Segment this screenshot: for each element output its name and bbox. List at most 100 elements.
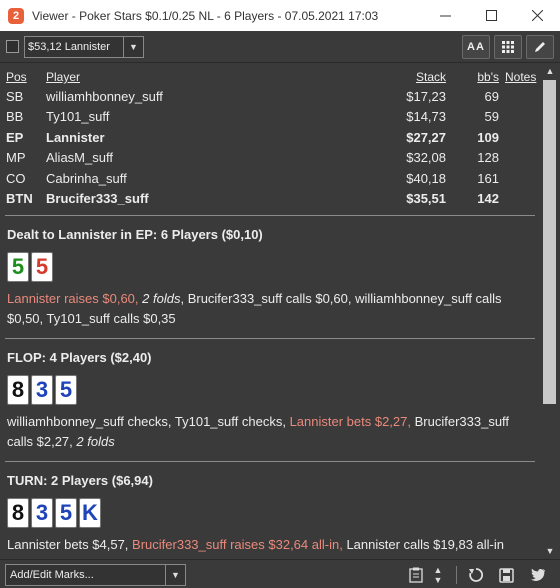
bbs-cell: 142 (477, 191, 499, 207)
folds-text: 2 folds (76, 434, 115, 449)
scrollbar-thumb[interactable] (543, 80, 556, 404)
bottom-bar: Add/Edit Marks... ▼ ▲ ▼ (0, 559, 560, 588)
app-logo-icon: 2 (8, 7, 24, 24)
title-bar: 2 Viewer - Poker Stars $0.1/0.25 NL - 6 … (0, 0, 560, 31)
header-pos[interactable]: Pos (6, 68, 46, 86)
divider (5, 215, 535, 216)
players-table: Pos Player Stack bb's Notes SB williamhb… (6, 68, 536, 209)
player-cell: AliasM_suff (46, 150, 113, 166)
player-cell: Ty101_suff (46, 109, 110, 125)
player-select[interactable]: $53,12 Lannister ▼ (24, 36, 144, 58)
replay-button[interactable] (466, 563, 486, 587)
card: 5 (55, 375, 77, 405)
window-title: Viewer - Poker Stars $0.1/0.25 NL - 6 Pl… (32, 8, 379, 23)
clipboard-button[interactable] (406, 563, 426, 587)
table-row: SB williamhbonney_suff $17,23 69 (6, 86, 536, 107)
table-row: BB Ty101_suff $14,73 59 (6, 107, 536, 128)
notes-cell[interactable] (499, 168, 536, 189)
board-cards: 8 3 5 K (7, 498, 533, 528)
bbs-cell: 109 (477, 129, 499, 145)
card: 5 (7, 252, 29, 282)
bbs-cell: 59 (484, 109, 499, 125)
table-row-villain: BTN Brucifer333_suff $35,51 142 (6, 189, 536, 210)
pos-cell: BTN (6, 191, 33, 207)
pos-cell: SB (6, 88, 24, 104)
pos-cell: BB (6, 109, 24, 125)
marks-select-value: Add/Edit Marks... (10, 569, 94, 581)
card: 8 (7, 498, 29, 528)
card: 3 (31, 375, 53, 405)
grid-icon (502, 41, 514, 53)
turn-section: TURN: 2 Players ($6,94) 8 3 5 K Lanniste… (0, 473, 540, 555)
player-checkbox[interactable] (6, 40, 19, 53)
toolbar: $53,12 Lannister ▼ AA (0, 31, 560, 63)
stack-cell: $14,73 (406, 109, 446, 125)
table-row-hero: EP Lannister $27,27 109 (6, 127, 536, 148)
notes-cell[interactable] (499, 189, 536, 210)
card: 8 (7, 375, 29, 405)
card: 5 (31, 252, 53, 282)
close-icon (531, 10, 543, 21)
vertical-scrollbar[interactable]: ▲ ▼ (540, 63, 560, 559)
card: K (79, 498, 101, 528)
hand-history-view: Pos Player Stack bb's Notes SB williamhb… (0, 63, 540, 559)
preflop-section: Dealt to Lannister in EP: 6 Players ($0,… (0, 227, 540, 329)
scroll-down-icon[interactable]: ▼ (540, 543, 560, 559)
maximize-icon (485, 10, 497, 21)
minimize-icon (439, 15, 451, 17)
divider (456, 566, 457, 584)
player-cell: williamhbonney_suff (46, 88, 163, 104)
preflop-header: Dealt to Lannister in EP: 6 Players ($0,… (7, 227, 263, 242)
header-bbs[interactable]: bb's (446, 68, 499, 86)
folds-text: 2 folds (142, 291, 181, 306)
card: 3 (31, 498, 53, 528)
header-stack[interactable]: Stack (346, 68, 446, 86)
pencil-icon (535, 42, 545, 52)
minimize-button[interactable] (422, 0, 468, 31)
turn-actions: Lannister bets $4,57, Brucifer333_suff r… (7, 535, 533, 555)
stack-cell: $32,08 (406, 150, 446, 166)
flop-actions: williamhbonney_suff checks, Ty101_suff c… (7, 412, 533, 452)
save-icon (498, 567, 514, 583)
pos-cell: EP (6, 129, 24, 145)
font-size-button[interactable]: AA (462, 35, 490, 59)
player-select-value: $53,12 Lannister (28, 41, 110, 53)
stack-cell: $40,18 (406, 170, 446, 186)
pos-cell: MP (6, 150, 26, 166)
preflop-actions: Lannister raises $0,60, 2 folds, Brucife… (7, 289, 533, 329)
edit-button[interactable] (526, 35, 554, 59)
header-notes[interactable]: Notes (499, 68, 536, 86)
stack-cell: $17,23 (406, 88, 446, 104)
header-player[interactable]: Player (46, 68, 346, 86)
scroll-up-icon[interactable]: ▲ (540, 63, 560, 79)
table-row: MP AliasM_suff $32,08 128 (6, 148, 536, 169)
stepper-down-icon[interactable]: ▼ (434, 575, 443, 585)
notes-cell[interactable] (499, 86, 536, 107)
bbs-cell: 161 (477, 170, 499, 186)
bbs-cell: 128 (477, 150, 499, 166)
stepper-button[interactable]: ▲ ▼ (430, 563, 446, 587)
notes-cell[interactable] (499, 127, 536, 148)
save-button[interactable] (496, 563, 516, 587)
chevron-down-icon[interactable]: ▼ (165, 565, 185, 585)
notes-cell[interactable] (499, 107, 536, 128)
twitter-button[interactable] (526, 563, 550, 587)
turn-header: TURN: 2 Players ($6,94) (7, 473, 153, 488)
pos-cell: CO (6, 170, 26, 186)
action-text: Lannister calls $19,83 all-in (346, 537, 504, 552)
player-cell: Brucifer333_suff (46, 191, 149, 207)
close-button[interactable] (514, 0, 560, 31)
stack-cell: $35,51 (406, 191, 446, 207)
action-text: Lannister bets $4,57, (7, 537, 129, 552)
divider (5, 461, 535, 462)
marks-select[interactable]: Add/Edit Marks... ▼ (5, 564, 186, 586)
stepper-up-icon[interactable]: ▲ (434, 565, 443, 575)
maximize-button[interactable] (468, 0, 514, 31)
twitter-icon (530, 568, 545, 581)
chevron-down-icon[interactable]: ▼ (123, 37, 143, 57)
notes-cell[interactable] (499, 148, 536, 169)
board-cards: 8 3 5 (7, 375, 533, 405)
action-text: williamhbonney_suff checks, Ty101_suff c… (7, 414, 286, 429)
hero-action: Lannister raises $0,60, (7, 291, 139, 306)
grid-button[interactable] (494, 35, 522, 59)
